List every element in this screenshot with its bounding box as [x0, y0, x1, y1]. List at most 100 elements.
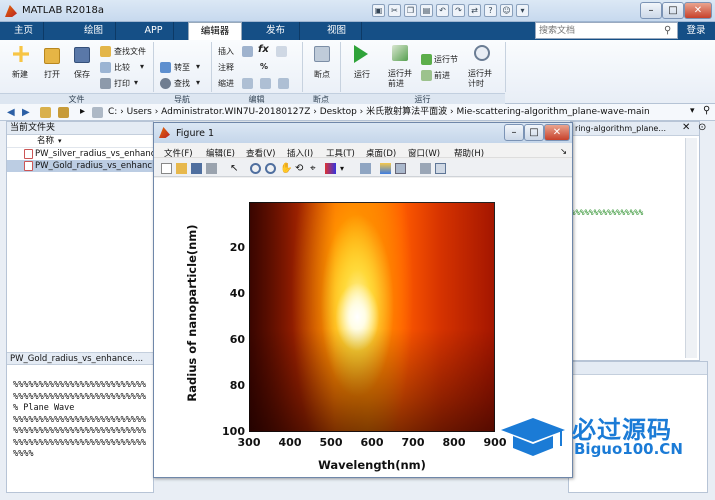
save-file-icon[interactable]: [74, 47, 90, 63]
colorbar-icon[interactable]: [380, 163, 391, 174]
search-documentation-input[interactable]: [535, 22, 678, 39]
paste-icon[interactable]: ▤: [420, 4, 433, 17]
new-button[interactable]: 新建: [12, 69, 28, 80]
save-button[interactable]: 保存: [74, 69, 90, 80]
name-column-header[interactable]: 名称 ▾: [7, 135, 153, 148]
pointer-icon[interactable]: ↖: [230, 163, 241, 174]
close-button[interactable]: ✕: [684, 2, 712, 19]
open-file-icon[interactable]: [176, 163, 187, 174]
tab-plots[interactable]: 绘图: [72, 22, 116, 40]
figure-close-button[interactable]: ✕: [544, 124, 570, 141]
community-icon[interactable]: ☺: [500, 4, 513, 17]
menu-insert[interactable]: 插入(I): [287, 147, 313, 159]
figure-maximize-button[interactable]: □: [524, 124, 544, 141]
minimize-button[interactable]: –: [640, 2, 662, 19]
print-button[interactable]: 打印: [114, 78, 130, 89]
open-folder-icon[interactable]: [44, 48, 60, 64]
comment-percent-icon[interactable]: %: [260, 62, 268, 71]
insert-icon[interactable]: [242, 46, 253, 57]
find-button[interactable]: 查找: [174, 78, 190, 89]
print-figure-icon[interactable]: [206, 163, 217, 174]
data-cursor-icon[interactable]: ⌖: [310, 163, 321, 174]
menu-desktop[interactable]: 桌面(D): [366, 147, 396, 159]
redo-icon[interactable]: ↷: [452, 4, 465, 17]
close-editor-icon[interactable]: ✕: [682, 122, 690, 133]
run-and-time-icon[interactable]: [474, 45, 490, 61]
compare-dropdown-icon[interactable]: ▾: [140, 62, 144, 71]
find-dropdown-icon[interactable]: ▾: [196, 78, 200, 87]
rotate-3d-icon[interactable]: ⟲: [295, 163, 306, 174]
copy-icon[interactable]: ❐: [404, 4, 417, 17]
advance-button[interactable]: 前进: [434, 70, 450, 81]
breakpoints-icon[interactable]: [314, 46, 330, 62]
indent-right-icon[interactable]: [260, 78, 271, 89]
compare-button[interactable]: 比较: [114, 62, 130, 73]
editor-menu-icon[interactable]: ⊙: [698, 122, 706, 133]
save-figure-icon[interactable]: [191, 163, 202, 174]
undo-icon[interactable]: ↶: [436, 4, 449, 17]
fx-button[interactable]: fx: [258, 44, 269, 55]
dock-arrow-icon[interactable]: ↘: [560, 147, 567, 157]
search-icon[interactable]: ⚲: [664, 25, 671, 36]
search-folder-icon[interactable]: ⚲: [703, 105, 710, 116]
menu-edit[interactable]: 编辑(E): [206, 147, 235, 159]
pan-icon[interactable]: ✋: [280, 163, 292, 174]
file-item-selected[interactable]: PW_Gold_radius_vs_enhanc...: [7, 160, 160, 172]
editor-tab[interactable]: ring-algorithm_plane...: [571, 122, 699, 136]
back-arrow-icon[interactable]: ◀: [7, 107, 15, 118]
open-button[interactable]: 打开: [44, 69, 60, 80]
current-folder-path[interactable]: C: › Users › Administrator.WIN7U-2018012…: [108, 106, 688, 119]
path-dropdown-icon[interactable]: ▾: [690, 106, 695, 116]
indent-left-icon[interactable]: [278, 78, 289, 89]
insert-function-icon[interactable]: [276, 46, 287, 57]
print-dropdown-icon[interactable]: ▾: [134, 78, 138, 87]
run-button[interactable]: 运行: [354, 69, 370, 80]
sort-icon[interactable]: ▾: [58, 137, 62, 145]
run-advance-icon[interactable]: [392, 45, 408, 61]
switch-windows-icon[interactable]: ⇄: [468, 4, 481, 17]
breakpoints-button[interactable]: 断点: [314, 69, 330, 80]
zoom-in-icon[interactable]: [250, 163, 261, 174]
file-item[interactable]: PW_silver_radius_vs_enhanc...: [7, 148, 164, 160]
new-figure-icon[interactable]: [161, 163, 172, 174]
brush-icon[interactable]: [325, 163, 336, 174]
legend-icon[interactable]: [395, 163, 406, 174]
run-section-button[interactable]: 运行节: [434, 54, 458, 65]
drive-dropdown-icon[interactable]: ▸: [80, 106, 85, 117]
browse-folder-icon[interactable]: [58, 107, 69, 118]
link-plot-icon[interactable]: [360, 163, 371, 174]
show-plot-tools-icon[interactable]: [435, 163, 446, 174]
menu-file[interactable]: 文件(F): [164, 147, 193, 159]
editor-scrollbar[interactable]: [685, 138, 697, 358]
run-and-time-button[interactable]: 运行并计时: [468, 69, 496, 89]
cut-icon[interactable]: ✂: [388, 4, 401, 17]
help-icon[interactable]: ?: [484, 4, 497, 17]
zoom-out-icon[interactable]: [265, 163, 276, 174]
quick-access-menu-icon[interactable]: ▾: [516, 4, 529, 17]
maximize-button[interactable]: □: [662, 2, 684, 19]
tab-editor[interactable]: 编辑器: [188, 22, 242, 40]
tab-publish[interactable]: 发布: [252, 22, 300, 40]
hide-plot-tools-icon[interactable]: [420, 163, 431, 174]
tab-home[interactable]: 主页: [4, 22, 44, 40]
new-icon[interactable]: [13, 46, 29, 62]
smart-indent-icon[interactable]: [242, 78, 253, 89]
find-files-button[interactable]: 查找文件: [114, 46, 146, 57]
forward-arrow-icon[interactable]: ▶: [22, 107, 30, 118]
menu-view[interactable]: 查看(V): [246, 147, 275, 159]
menu-window[interactable]: 窗口(W): [408, 147, 440, 159]
save-icon[interactable]: ▣: [372, 4, 385, 17]
login-link[interactable]: 登录: [680, 22, 712, 40]
indent-button[interactable]: 缩进: [218, 78, 234, 89]
run-advance-button[interactable]: 运行并前进: [388, 69, 416, 89]
up-folder-icon[interactable]: [40, 107, 51, 118]
brush-dropdown-icon[interactable]: ▾: [340, 163, 351, 174]
comment-button[interactable]: 注释: [218, 62, 234, 73]
tab-view[interactable]: 视图: [312, 22, 362, 40]
goto-dropdown-icon[interactable]: ▾: [196, 62, 200, 71]
goto-button[interactable]: 转至: [174, 62, 190, 73]
figure-minimize-button[interactable]: –: [504, 124, 524, 141]
menu-tools[interactable]: 工具(T): [326, 147, 355, 159]
run-icon[interactable]: [354, 45, 368, 63]
menu-help[interactable]: 帮助(H): [454, 147, 484, 159]
